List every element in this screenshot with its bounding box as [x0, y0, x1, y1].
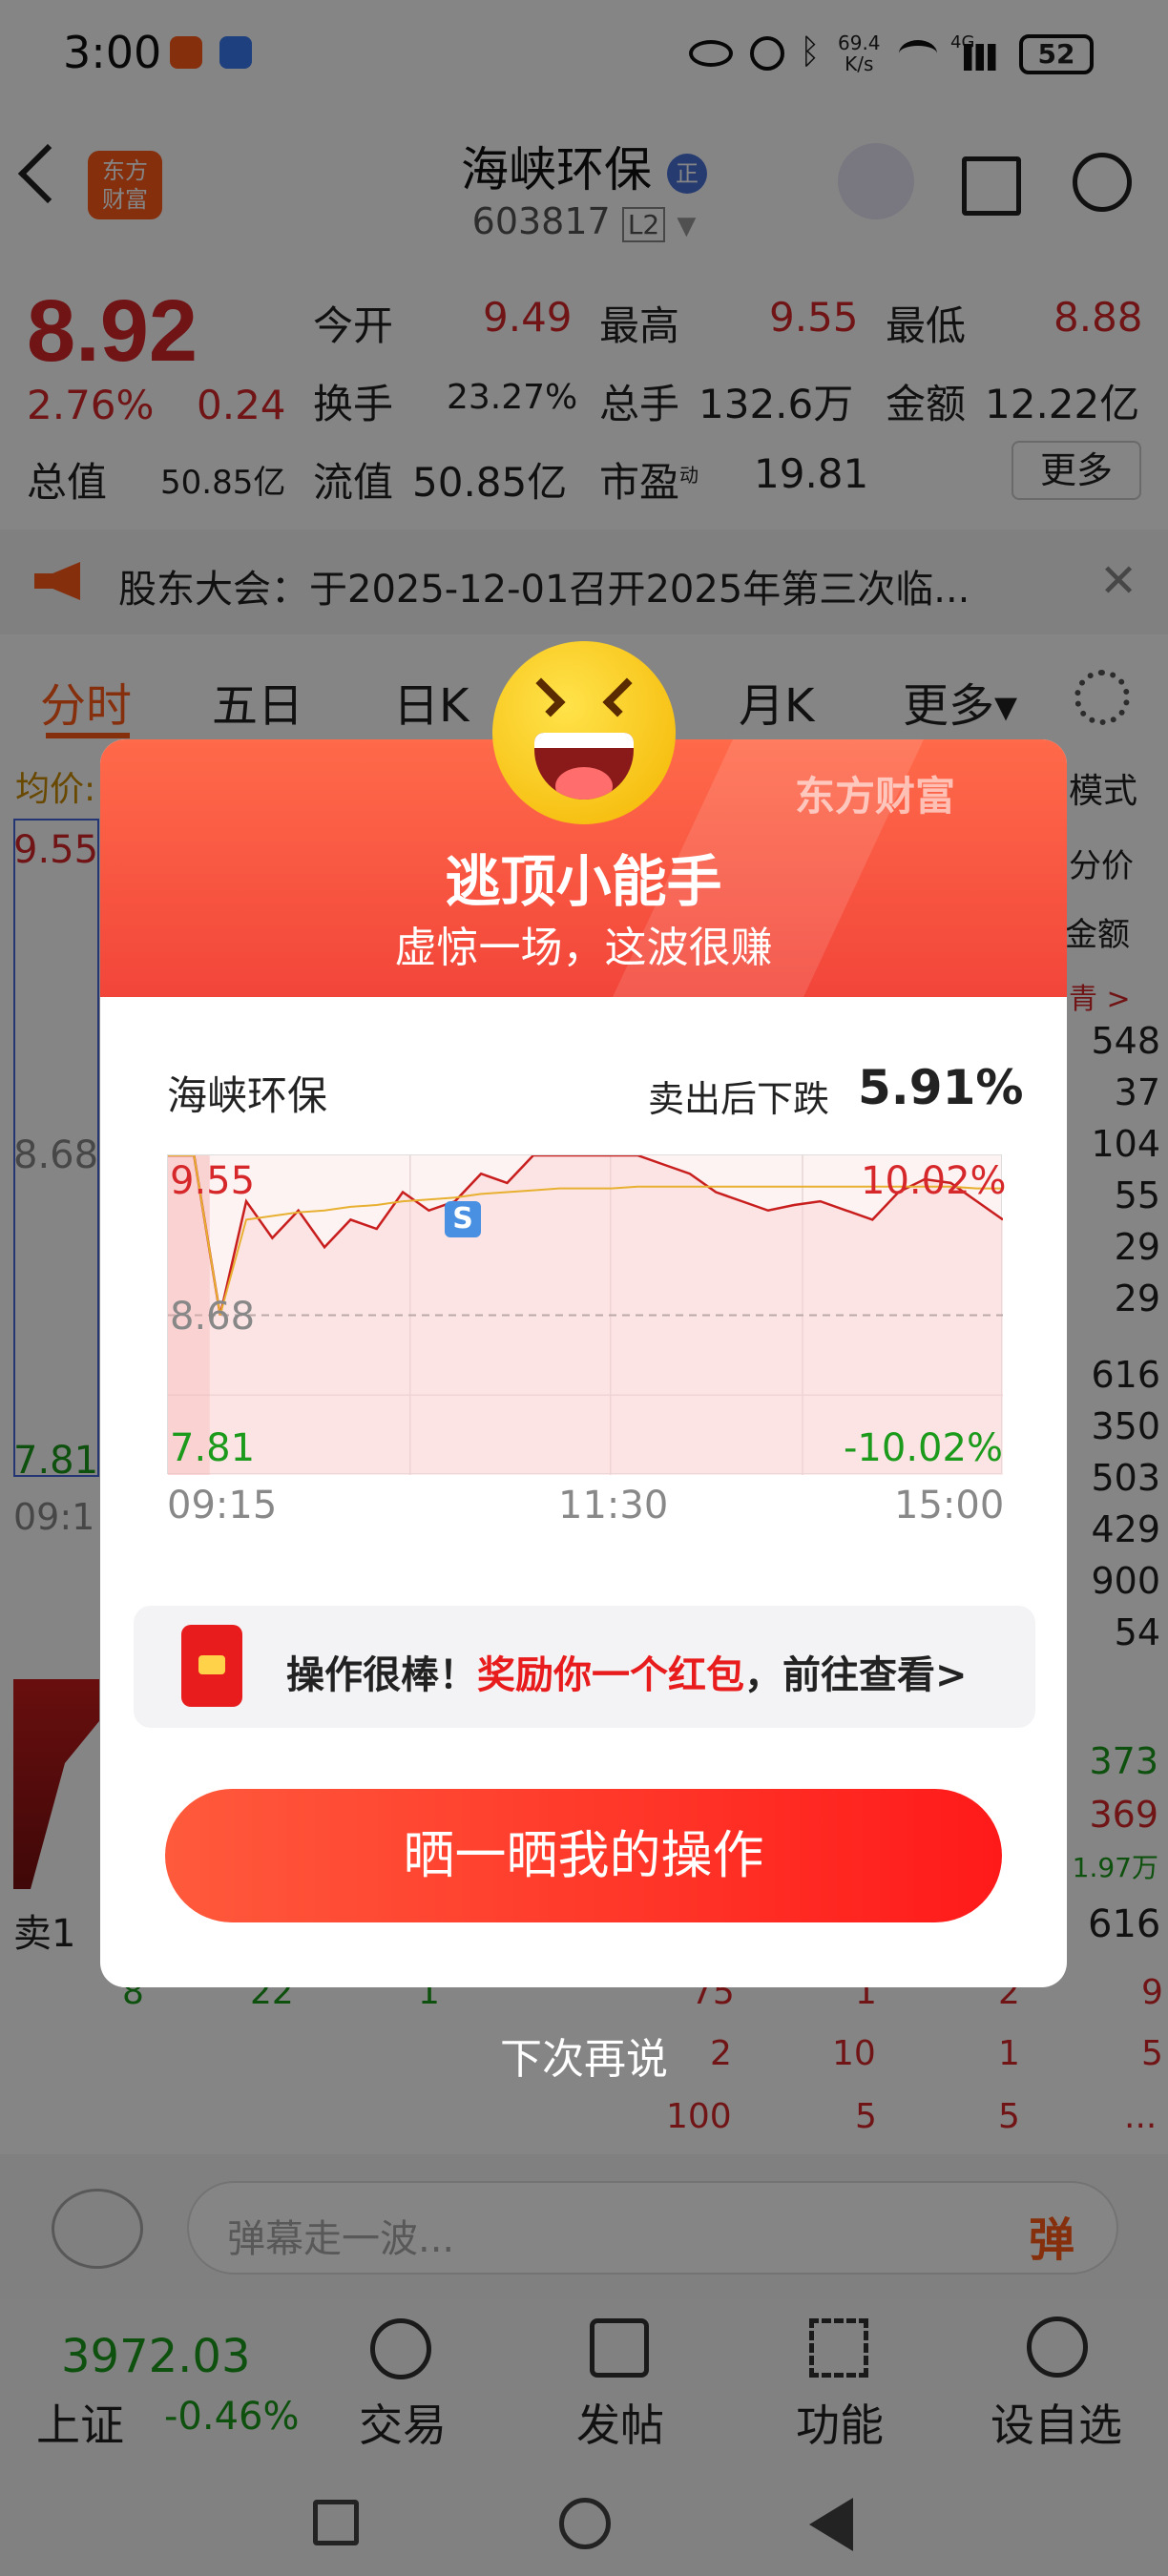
dismiss-link[interactable]: 下次再说 — [0, 2025, 1168, 2086]
reward-popup: 东方财富 逃顶小能手 虚惊一场，这波很赚 海峡环保 卖出后下跌 5.91% 9.… — [100, 739, 1067, 1987]
time-label-mid: 11:30 — [558, 1484, 669, 1527]
emoji-laugh-icon — [492, 641, 676, 824]
chart-top-label: 9.55 — [170, 1159, 256, 1203]
time-label-start: 09:15 — [167, 1484, 278, 1527]
popup-title: 逃顶小能手 — [445, 849, 722, 914]
reward-text: 操作很棒！奖励你一个红包，前往查看> — [286, 1653, 968, 1697]
drop-label: 卖出后下跌 — [648, 1078, 830, 1120]
intraday-chart: 9.55 8.68 7.81 10.02% -10.02% S — [167, 1154, 1007, 1475]
chart-mid-label: 8.68 — [170, 1295, 256, 1339]
sell-marker: S — [445, 1201, 481, 1237]
time-label-end: 15:00 — [894, 1484, 1005, 1527]
drop-value: 5.91% — [858, 1060, 1024, 1115]
red-packet-icon — [181, 1625, 242, 1707]
share-my-trade-button[interactable]: 晒一晒我的操作 — [165, 1789, 1002, 1922]
chart-top-pct: 10.02% — [861, 1159, 1007, 1203]
reward-link[interactable]: 操作很棒！奖励你一个红包，前往查看> — [134, 1606, 1035, 1728]
chart-bottom-pct: -10.02% — [844, 1426, 1003, 1470]
popup-subtitle: 虚惊一场，这波很赚 — [394, 924, 773, 972]
popup-brand: 东方财富 — [795, 773, 956, 820]
popup-stock-name: 海峡环保 — [167, 1072, 328, 1119]
chart-bottom-label: 7.81 — [170, 1426, 256, 1470]
